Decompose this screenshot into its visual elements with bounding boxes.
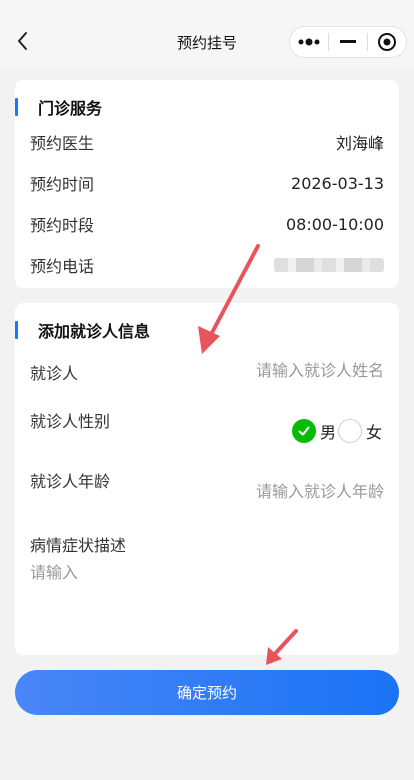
section-accent-bar: [15, 98, 18, 116]
more-button[interactable]: [290, 27, 328, 57]
gender-radio-group: 男 女: [291, 419, 384, 443]
date-row: 预约时间 2026-03-13: [30, 171, 384, 195]
gender-option-female[interactable]: 女: [337, 419, 384, 443]
gender-option-label: 女: [365, 423, 382, 442]
mini-program-capsule: [289, 26, 407, 58]
section-accent-bar: [15, 321, 18, 339]
close-button[interactable]: [368, 27, 406, 57]
phone-row: 预约电话: [30, 253, 384, 277]
row-label: 预约医生: [30, 134, 95, 153]
appointment-date: 2026-03-13: [291, 173, 384, 193]
patient-name-input[interactable]: [194, 361, 384, 380]
time-slot: 08:00-10:00: [286, 214, 384, 234]
minimize-icon: [340, 40, 356, 43]
appointment-section-title: 门诊服务: [15, 95, 102, 119]
time-slot-row: 预约时段 08:00-10:00: [30, 212, 384, 236]
target-close-icon: [378, 33, 396, 51]
patient-info-card: 添加就诊人信息 就诊人 就诊人性别 男 女 就诊人年龄 病情症状描述: [15, 303, 399, 655]
more-dots-icon: [298, 38, 320, 46]
symptoms-textarea[interactable]: [30, 559, 384, 639]
row-label: 预约电话: [30, 257, 95, 276]
patient-section-title: 添加就诊人信息: [15, 318, 150, 342]
section-title-text: 添加就诊人信息: [38, 322, 151, 341]
patient-gender-label: 就诊人性别: [30, 412, 111, 431]
radio-empty-icon: [337, 419, 362, 443]
gender-option-male[interactable]: 男: [291, 419, 338, 443]
minimize-button[interactable]: [329, 27, 367, 57]
patient-age-input[interactable]: [194, 482, 384, 501]
confirm-appointment-button[interactable]: 确定预约: [15, 670, 399, 715]
gender-option-label: 男: [319, 423, 336, 442]
patient-age-label: 就诊人年龄: [30, 472, 111, 491]
row-label: 预约时间: [30, 175, 95, 194]
symptoms-label: 病情症状描述: [30, 536, 127, 555]
check-circle-icon: [291, 419, 316, 443]
section-title-text: 门诊服务: [38, 99, 103, 118]
doctor-row: 预约医生 刘海峰: [30, 130, 384, 154]
patient-name-label: 就诊人: [30, 364, 79, 383]
appointment-card: 门诊服务 预约医生 刘海峰 预约时间 2026-03-13 预约时段 08:00…: [15, 80, 399, 288]
doctor-name: 刘海峰: [335, 134, 384, 153]
nav-bar: 预约挂号: [0, 0, 414, 70]
row-label: 预约时段: [30, 216, 95, 235]
blurred-phone-number: [274, 258, 384, 272]
